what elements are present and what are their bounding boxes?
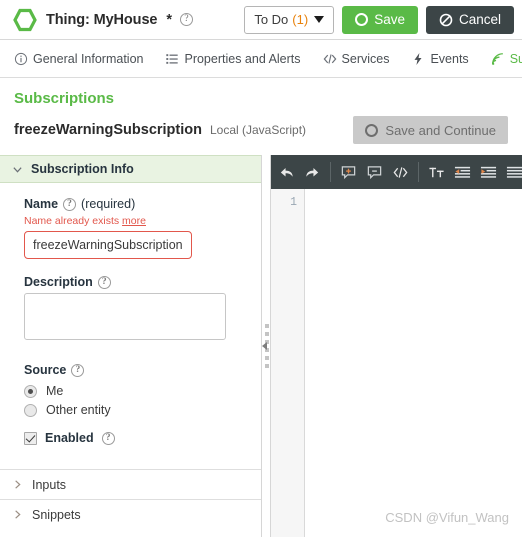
form-pane-filler bbox=[0, 529, 261, 537]
accordion-label: Subscription Info bbox=[31, 162, 134, 176]
code-editor-area[interactable]: 1 CSDN @Vifun_Wang bbox=[271, 189, 522, 537]
form-bottom-spacer bbox=[0, 455, 261, 469]
tab-properties-and-alerts[interactable]: Properties and Alerts bbox=[165, 51, 301, 66]
toolbar-separator bbox=[418, 162, 419, 182]
indent-icon[interactable] bbox=[480, 164, 497, 181]
description-textarea[interactable] bbox=[24, 293, 226, 340]
accordion-label: Snippets bbox=[32, 507, 81, 522]
code-surface[interactable]: CSDN @Vifun_Wang bbox=[305, 189, 522, 537]
editor-toolbar bbox=[271, 155, 522, 189]
radio-icon bbox=[24, 384, 37, 398]
source-option-other-entity[interactable]: Other entity bbox=[24, 403, 247, 417]
page-head: Subscriptions freezeWarningSubscription … bbox=[0, 78, 522, 144]
subscription-form-pane: Subscription Info Name ? (required) Name… bbox=[0, 155, 262, 537]
tab-general-information[interactable]: General Information bbox=[14, 52, 143, 66]
add-comment-icon[interactable] bbox=[340, 164, 357, 181]
undo-icon[interactable] bbox=[278, 164, 295, 181]
name-error-message: Name already exists more bbox=[24, 215, 247, 227]
todo-dropdown[interactable]: To Do (1) bbox=[244, 5, 335, 34]
help-circle-icon[interactable]: ? bbox=[101, 431, 115, 445]
name-error-text: Name already exists bbox=[24, 215, 120, 227]
entity-subheader: freezeWarningSubscription Local (JavaScr… bbox=[14, 116, 508, 144]
font-size-icon[interactable] bbox=[428, 164, 445, 181]
tab-subscriptions[interactable]: Sub bbox=[491, 52, 522, 66]
code-snippet-icon[interactable] bbox=[392, 164, 409, 181]
tab-label: Events bbox=[430, 51, 469, 66]
hexagon-logo bbox=[13, 8, 37, 31]
signal-waves-icon bbox=[491, 52, 503, 65]
editor-split-body: Subscription Info Name ? (required) Name… bbox=[0, 155, 522, 537]
collapse-pane-arrow-icon[interactable] bbox=[262, 342, 267, 350]
name-field-label: Name ? (required) bbox=[24, 197, 247, 211]
info-circle-icon bbox=[14, 52, 28, 65]
cancel-button-label: Cancel bbox=[458, 12, 501, 27]
app-header: Thing: MyHouse * ? To Do (1) Save Cancel bbox=[0, 0, 522, 40]
todo-label: To Do bbox=[254, 12, 289, 27]
pane-splitter[interactable] bbox=[262, 155, 271, 537]
source-label-text: Source bbox=[24, 363, 67, 377]
description-field-label: Description ? bbox=[24, 275, 247, 289]
chevron-right-icon bbox=[15, 510, 21, 519]
tab-label: Properties and Alerts bbox=[184, 51, 301, 66]
tab-label: General Information bbox=[33, 51, 144, 66]
redo-icon[interactable] bbox=[304, 164, 321, 181]
subscription-form: Name ? (required) Name already exists mo… bbox=[0, 183, 261, 455]
checkbox-icon bbox=[24, 431, 37, 445]
source-option-label: Other entity bbox=[46, 403, 111, 417]
page-title: Thing: MyHouse bbox=[46, 11, 158, 28]
accordion-snippets[interactable]: Snippets bbox=[0, 499, 261, 529]
circle-icon bbox=[355, 13, 369, 26]
accordion-subscription-info[interactable]: Subscription Info bbox=[0, 155, 261, 183]
save-and-continue-button[interactable]: Save and Continue bbox=[353, 116, 508, 144]
code-brackets-icon bbox=[323, 53, 336, 64]
chevron-down-icon bbox=[13, 166, 22, 173]
entity-kind-label: Local (JavaScript) bbox=[209, 123, 307, 137]
name-required-text: (required) bbox=[81, 197, 136, 211]
enabled-label: Enabled bbox=[45, 431, 94, 445]
source-field-label: Source ? bbox=[24, 363, 247, 377]
tab-events[interactable]: Events bbox=[411, 51, 469, 66]
thingworx-composer-window: Thing: MyHouse * ? To Do (1) Save Cancel bbox=[0, 0, 522, 537]
save-button-label: Save bbox=[374, 12, 405, 27]
source-option-label: Me bbox=[46, 384, 64, 398]
entity-tab-bar: General Information Properties and Alert… bbox=[0, 40, 522, 78]
save-and-continue-label: Save and Continue bbox=[385, 122, 496, 138]
tab-label: Services bbox=[341, 51, 390, 66]
enabled-checkbox-row[interactable]: Enabled ? bbox=[24, 431, 247, 445]
name-error-more-link[interactable]: more bbox=[122, 215, 146, 227]
help-circle-icon[interactable]: ? bbox=[180, 13, 194, 26]
list-lines-icon[interactable] bbox=[506, 164, 522, 181]
modified-marker: * bbox=[166, 11, 173, 28]
circle-icon bbox=[365, 123, 379, 137]
name-input[interactable] bbox=[24, 231, 192, 259]
chevron-down-icon bbox=[314, 16, 325, 23]
tab-label: Sub bbox=[509, 51, 522, 66]
remove-comment-icon[interactable] bbox=[366, 164, 383, 181]
toolbar-separator bbox=[330, 162, 331, 182]
source-option-me[interactable]: Me bbox=[24, 384, 247, 398]
list-icon bbox=[166, 53, 179, 64]
help-circle-icon[interactable]: ? bbox=[63, 197, 77, 211]
lightning-bolt-icon bbox=[414, 52, 422, 65]
watermark: CSDN @Vifun_Wang bbox=[385, 510, 509, 525]
entity-name: freezeWarningSubscription bbox=[14, 122, 202, 138]
section-title: Subscriptions bbox=[14, 90, 115, 107]
todo-count-badge: (1) bbox=[292, 12, 309, 27]
chevron-right-icon bbox=[15, 480, 21, 489]
tab-services[interactable]: Services bbox=[323, 51, 390, 66]
accordion-label: Inputs bbox=[32, 477, 67, 492]
name-label-text: Name bbox=[24, 197, 59, 211]
cancel-button[interactable]: Cancel bbox=[425, 5, 514, 34]
save-button[interactable]: Save bbox=[342, 5, 418, 34]
script-editor: 1 CSDN @Vifun_Wang bbox=[271, 155, 522, 537]
radio-icon bbox=[24, 403, 37, 417]
outdent-icon[interactable] bbox=[454, 164, 471, 181]
help-circle-icon[interactable]: ? bbox=[71, 363, 85, 377]
description-label-text: Description bbox=[24, 275, 93, 289]
help-circle-icon[interactable]: ? bbox=[97, 275, 111, 289]
line-number-gutter: 1 bbox=[271, 189, 305, 537]
ban-icon bbox=[439, 13, 453, 26]
accordion-inputs[interactable]: Inputs bbox=[0, 469, 261, 499]
line-number: 1 bbox=[290, 196, 297, 209]
